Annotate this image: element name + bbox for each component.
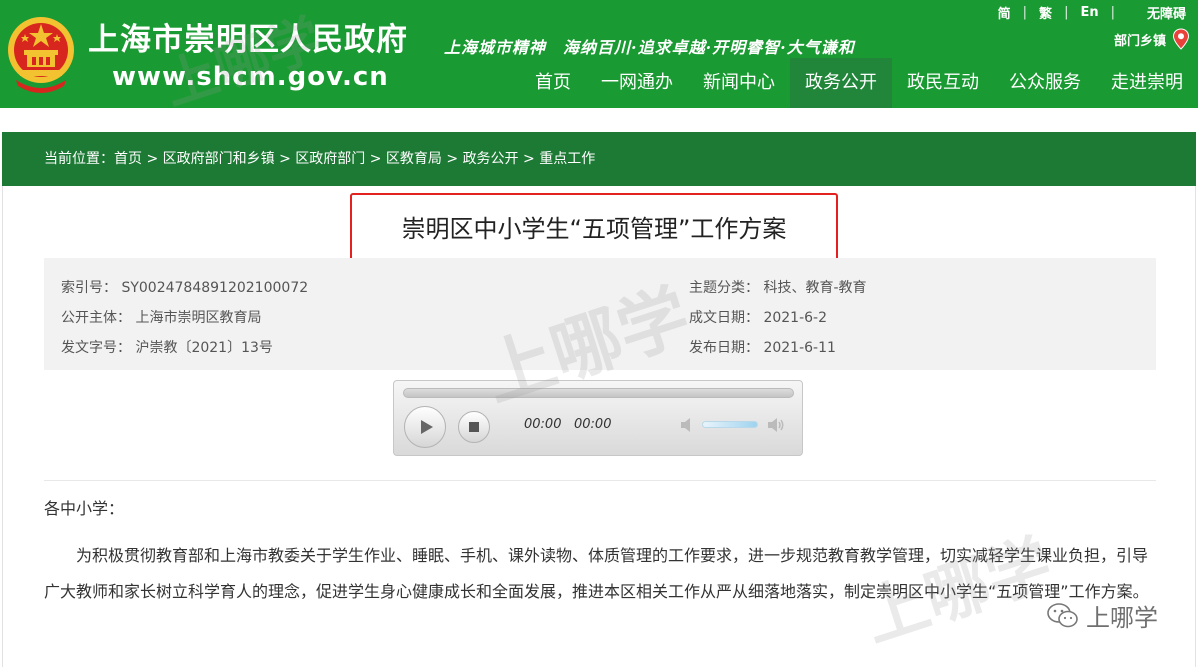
article-meta: 索引号： SY0024784891202100072 公开主体： 上海市崇明区教… [44,258,1156,370]
meta-topic: 主题分类： 科技、教育-教育 [689,277,867,297]
title-highlight-box: 崇明区中小学生“五项管理”工作方案 [350,193,838,265]
nav-online-services[interactable]: 一网通办 [586,58,688,108]
mute-icon[interactable] [679,417,699,433]
breadcrumb: 当前位置：首页 > 区政府部门和乡镇 > 区政府部门 > 区教育局 > 政务公开… [44,132,595,186]
volume-max-icon[interactable] [766,417,786,433]
meta-topic-value: 科技、教育-教育 [763,280,867,296]
township-label: 部门乡镇 [1113,33,1166,49]
nav-government-affairs[interactable]: 政务公开 [790,58,892,108]
breadcrumb-home[interactable]: 首页 [114,151,142,167]
wechat-icon [1047,602,1078,627]
lang-simplified-link[interactable]: 简 [992,3,1017,22]
current-time: 00:00 [524,417,562,432]
watermark-logo: 上哪学 [1046,598,1158,633]
meta-created-label: 成文日期： [689,310,759,326]
divider: | [1022,4,1028,20]
site-header: 上海市崇明区人民政府 www.shcm.gov.cn 上海城市精神 海纳百川·追… [0,0,1198,108]
meta-index-value: SY0024784891202100072 [121,280,309,296]
breadcrumb-prefix: 当前位置： [44,151,114,167]
breadcrumb-separator: > [274,151,296,167]
divider [44,480,1156,481]
breadcrumb-education-bureau[interactable]: 区教育局 [386,151,442,167]
city-slogan: 上海城市精神 海纳百川·追求卓越·开明睿智·大气谦和 [444,38,855,57]
accessibility-link[interactable]: 无障碍 [1147,3,1186,22]
meta-doc-number: 发文字号： 沪崇教〔2021〕13号 [61,337,273,357]
meta-published-value: 2021-6-11 [763,340,836,356]
main-nav: 首页 一网通办 新闻中心 政务公开 政民互动 公众服务 走进崇明 [520,58,1198,108]
meta-doc-number-label: 发文字号： [61,340,131,356]
meta-publisher: 公开主体： 上海市崇明区教育局 [61,307,261,327]
breadcrumb-departments-towns[interactable]: 区政府部门和乡镇 [163,151,275,167]
meta-publisher-value: 上海市崇明区教育局 [135,310,262,326]
site-name[interactable]: 上海市崇明区人民政府 [88,14,408,59]
breadcrumb-separator: > [441,151,463,167]
breadcrumb-separator: > [142,151,163,167]
lang-traditional-link[interactable]: 繁 [1033,3,1058,22]
meta-published-date: 发布日期： 2021-6-11 [689,337,836,357]
breadcrumb-departments[interactable]: 区政府部门 [295,151,365,167]
meta-doc-number-value: 沪崇教〔2021〕13号 [135,340,273,356]
article-title: 崇明区中小学生“五项管理”工作方案 [401,215,787,243]
nav-public-services[interactable]: 公众服务 [994,58,1096,108]
article-greeting: 各中小学： [44,499,125,518]
breadcrumb-government-affairs[interactable]: 政务公开 [463,151,519,167]
meta-created-value: 2021-6-2 [763,310,827,326]
stop-icon [469,422,479,432]
site-url[interactable]: www.shcm.gov.cn [112,62,389,92]
divider: | [1110,4,1115,20]
language-bar: 简 | 繁 | En | 无障碍 [992,2,1198,22]
nav-about-chongming[interactable]: 走进崇明 [1096,58,1198,108]
township-link[interactable]: 部门乡镇 [1114,28,1190,50]
article-paragraph: 为积极贯彻教育部和上海市教委关于学生作业、睡眠、手机、课外读物、体质管理的工作要… [44,546,1149,601]
location-pin-icon [1172,28,1190,50]
duration-time: 00:00 [574,417,612,432]
meta-index: 索引号： SY0024784891202100072 [61,277,308,297]
stop-button[interactable] [458,411,490,443]
meta-created-date: 成文日期： 2021-6-2 [689,307,827,327]
national-emblem-icon [8,17,74,93]
audio-progress-bar[interactable] [403,388,794,398]
volume-slider[interactable] [702,421,758,428]
meta-publisher-label: 公开主体： [61,310,131,326]
meta-published-label: 发布日期： [689,340,759,356]
lang-english-link[interactable]: En [1074,5,1104,20]
divider: | [1064,4,1069,20]
breadcrumb-bar: 当前位置：首页 > 区政府部门和乡镇 > 区政府部门 > 区教育局 > 政务公开… [2,132,1196,186]
breadcrumb-separator: > [365,151,386,167]
play-button[interactable] [404,406,446,448]
nav-interaction[interactable]: 政民互动 [892,58,994,108]
meta-index-label: 索引号： [61,280,117,296]
nav-home[interactable]: 首页 [520,58,586,108]
meta-topic-label: 主题分类： [689,280,759,296]
play-icon [421,420,433,434]
nav-news-center[interactable]: 新闻中心 [688,58,790,108]
watermark-logo-text: 上哪学 [1086,604,1158,632]
audio-player: 00:00 00:00 [393,380,803,456]
breadcrumb-key-work[interactable]: 重点工作 [539,151,595,167]
breadcrumb-separator: > [518,151,540,167]
